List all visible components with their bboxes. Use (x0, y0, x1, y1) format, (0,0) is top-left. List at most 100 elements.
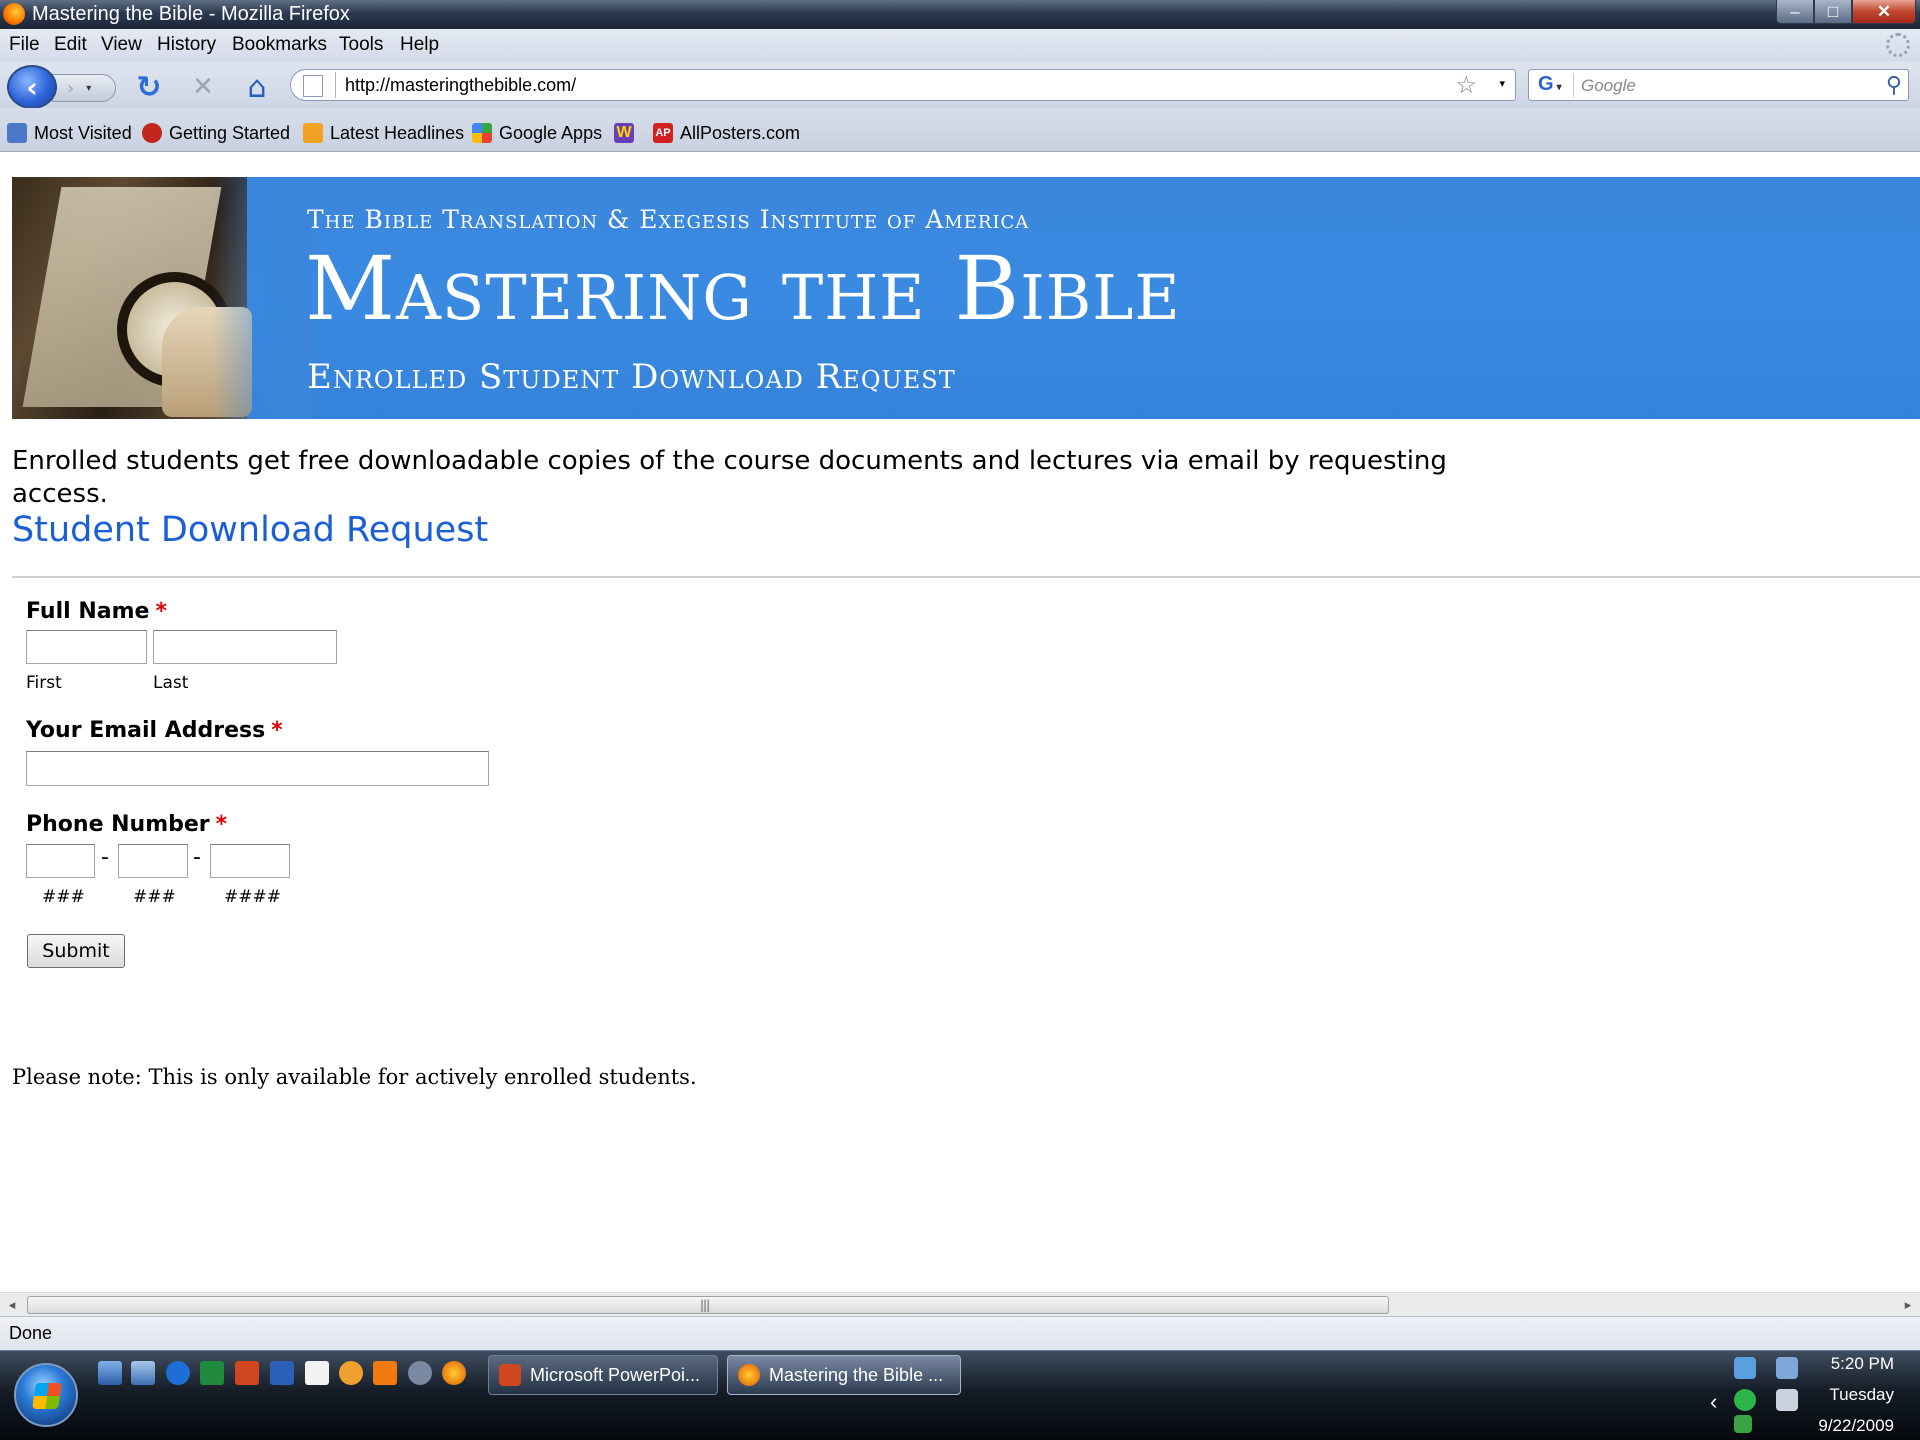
google-icon: G (1538, 73, 1554, 95)
internet-explorer-icon[interactable] (166, 1361, 190, 1385)
word-icon[interactable] (270, 1361, 294, 1385)
close-button[interactable]: ✕ (1852, 0, 1916, 24)
taskbar-powerpoint[interactable]: Microsoft PowerPoi... (488, 1355, 718, 1395)
show-desktop-icon[interactable] (98, 1361, 122, 1385)
windows-logo-icon (32, 1383, 62, 1409)
scroll-left-icon[interactable]: ◂ (2, 1295, 22, 1315)
search-icon[interactable]: ⚲ (1886, 72, 1902, 98)
last-name-input[interactable] (153, 630, 337, 664)
banner-title: Mastering the Bible (305, 237, 1181, 340)
volume-icon[interactable] (1776, 1389, 1798, 1411)
scrollbar-thumb[interactable]: ||| (27, 1296, 1389, 1314)
submit-button[interactable]: Submit (27, 934, 125, 968)
first-name-input[interactable] (26, 630, 147, 664)
banner-supertitle: The Bible Translation & Exegesis Institu… (307, 205, 1030, 234)
bookmark-w[interactable]: W (614, 122, 634, 144)
minimize-button[interactable]: – (1776, 0, 1814, 24)
phone-line-input[interactable] (210, 844, 290, 878)
email-label: Your Email Address * (26, 718, 283, 743)
media-player-icon[interactable] (373, 1361, 397, 1385)
firefox-quicklaunch-icon[interactable] (442, 1361, 466, 1385)
reload-icon[interactable]: ↻ (132, 70, 166, 105)
excel-icon[interactable] (200, 1361, 224, 1385)
bookmark-allposters[interactable]: AP AllPosters.com (653, 122, 800, 144)
search-input[interactable]: Google (1581, 76, 1636, 96)
page-content: The Bible Translation & Exegesis Institu… (0, 152, 1920, 1292)
enrollment-note: Please note: This is only available for … (12, 1065, 697, 1089)
intro-text: Enrolled students get free downloadable … (12, 446, 1447, 509)
powerpoint-icon[interactable] (235, 1361, 259, 1385)
page-icon (303, 75, 323, 97)
address-bar[interactable]: http://masteringthebible.com/ ☆ ▾ (290, 69, 1516, 101)
phone-label: Phone Number * (26, 812, 228, 837)
outlook-icon[interactable] (339, 1361, 363, 1385)
home-icon[interactable]: ⌂ (240, 70, 274, 105)
phone-line-hint: #### (224, 887, 281, 907)
phone-area-hint: ### (42, 887, 85, 907)
menu-file[interactable]: File (9, 34, 40, 56)
most-visited-icon (7, 123, 27, 143)
forward-arrow-icon: › (67, 77, 75, 99)
notepad-icon[interactable] (305, 1361, 329, 1385)
switch-windows-icon[interactable] (131, 1361, 155, 1385)
required-marker: * (155, 599, 167, 624)
status-bar: Done (0, 1316, 1920, 1350)
bookmark-star-icon[interactable]: ☆ (1455, 71, 1477, 100)
required-marker: * (215, 812, 228, 837)
window-title: Mastering the Bible - Mozilla Firefox (32, 3, 350, 25)
stop-icon[interactable]: ✕ (186, 70, 220, 104)
tray-network-icon[interactable] (1776, 1357, 1798, 1379)
menu-tools[interactable]: Tools (339, 34, 383, 56)
search-engine-button[interactable]: G ▾ (1532, 73, 1574, 97)
full-name-label: Full Name * (26, 599, 167, 624)
url-text[interactable]: http://masteringthebible.com/ (345, 75, 576, 96)
phone-prefix-hint: ### (133, 887, 176, 907)
back-button[interactable]: ‹ (7, 65, 57, 109)
w-icon: W (614, 123, 634, 143)
history-dropdown-icon[interactable]: ▾ (86, 83, 91, 94)
menu-edit[interactable]: Edit (54, 34, 87, 56)
menu-bar: File Edit View History Bookmarks Tools H… (0, 29, 1920, 62)
menu-bookmarks[interactable]: Bookmarks (232, 34, 327, 56)
rss-icon (303, 123, 323, 143)
start-button[interactable] (14, 1363, 78, 1427)
tray-update-icon[interactable] (1734, 1357, 1756, 1379)
google-apps-icon (472, 123, 492, 143)
bookmarks-toolbar: Most Visited Getting Started Latest Head… (0, 108, 1920, 152)
scroll-right-icon[interactable]: ▸ (1898, 1295, 1918, 1315)
taskbar-firefox[interactable]: Mastering the Bible ... (727, 1355, 961, 1395)
menu-history[interactable]: History (157, 34, 216, 56)
firefox-icon (738, 1364, 760, 1386)
phone-prefix-input[interactable] (118, 844, 188, 878)
first-name-sublabel: First (26, 673, 62, 693)
form-title: Student Download Request (12, 510, 489, 550)
window-title-bar: Mastering the Bible - Mozilla Firefox – … (0, 0, 1920, 29)
search-bar[interactable]: G ▾ Google ⚲ (1528, 69, 1909, 101)
engine-dropdown-icon: ▾ (1556, 82, 1562, 93)
menu-help[interactable]: Help (400, 34, 439, 56)
address-divider (335, 72, 336, 98)
maximize-button[interactable]: □ (1814, 0, 1852, 24)
tray-expand-icon[interactable]: ‹ (1710, 1389, 1726, 1414)
throbber-icon (1886, 33, 1910, 57)
horizontal-scrollbar[interactable]: ◂ ||| ▸ (0, 1292, 1920, 1316)
email-field[interactable] (26, 751, 489, 786)
bookmark-google-apps[interactable]: Google Apps (472, 122, 602, 144)
tray-safely-remove-icon[interactable] (1734, 1415, 1752, 1433)
required-marker: * (271, 718, 283, 743)
bookmark-most-visited[interactable]: Most Visited (7, 122, 132, 144)
firefox-icon (3, 3, 25, 25)
phone-area-input[interactable] (26, 844, 95, 878)
phone-separator: - (193, 845, 201, 870)
url-dropdown-icon[interactable]: ▾ (1499, 77, 1505, 90)
tray-security-icon[interactable] (1734, 1389, 1756, 1411)
divider (12, 576, 1920, 578)
bookmark-latest-headlines[interactable]: Latest Headlines (303, 122, 464, 144)
network-icon[interactable] (408, 1361, 432, 1385)
bookmark-getting-started[interactable]: Getting Started (142, 122, 290, 144)
menu-view[interactable]: View (101, 34, 142, 56)
clock-time[interactable]: 5:20 PM (1831, 1354, 1894, 1374)
clock-day[interactable]: Tuesday (1829, 1385, 1894, 1405)
clock-date[interactable]: 9/22/2009 (1818, 1416, 1894, 1436)
forward-button[interactable]: › ▾ (52, 74, 116, 102)
